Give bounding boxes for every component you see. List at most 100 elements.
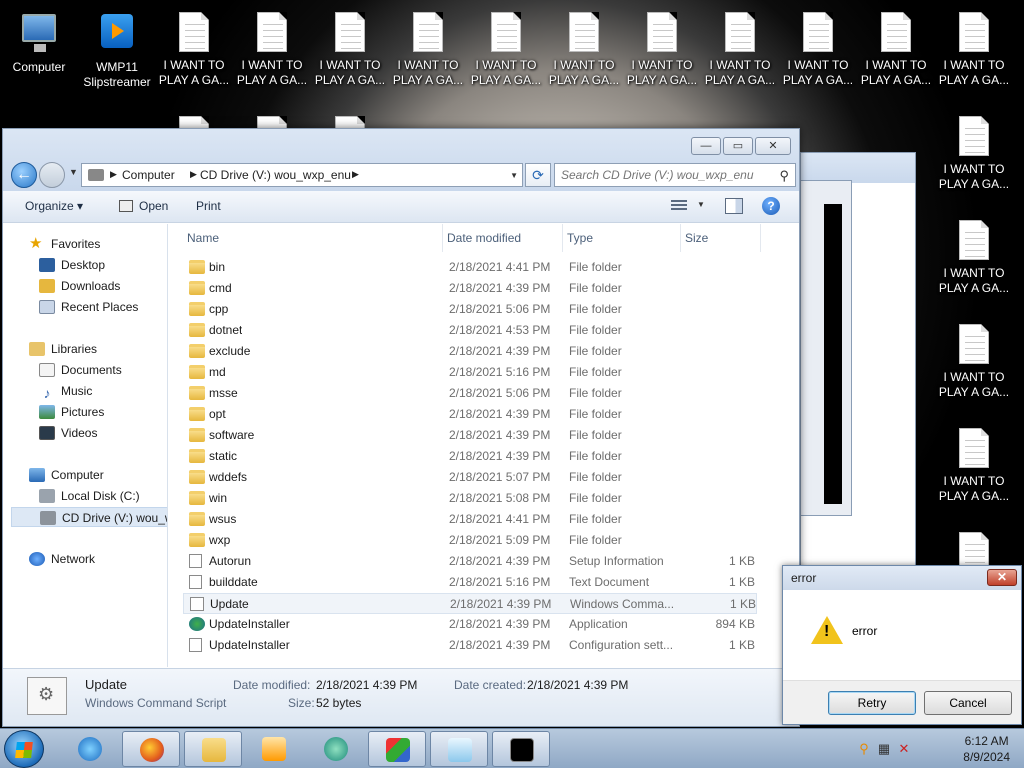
clock[interactable]: 6:12 AM 8/9/2024 [963,733,1010,765]
file-row[interactable]: software 2/18/2021 4:39 PM File folder [183,425,757,446]
file-row[interactable]: win 2/18/2021 5:08 PM File folder [183,488,757,509]
desktop-icon-text-file[interactable]: I WANT TOPLAY A GA... [234,10,310,88]
search-icon[interactable]: ⚲ [779,168,789,184]
open-button[interactable]: Open [119,199,168,213]
search-box[interactable]: ⚲ [554,163,796,187]
taskbar-explorer[interactable] [184,731,242,767]
cancel-button[interactable]: Cancel [924,691,1012,715]
file-row[interactable]: wxp 2/18/2021 5:09 PM File folder [183,530,757,551]
taskbar-app[interactable] [307,731,365,767]
forward-button[interactable] [39,162,65,188]
chevron-right-icon[interactable]: ▶ [110,169,117,180]
views-icon[interactable] [671,200,687,212]
desktop-icon-text-file[interactable]: I WANT TOPLAY A GA... [936,114,1012,192]
file-row[interactable]: md 2/18/2021 5:16 PM File folder [183,362,757,383]
preview-pane-icon[interactable] [725,198,743,214]
taskbar-internet-explorer[interactable] [61,731,119,767]
dialog-close-button[interactable]: ✕ [987,569,1017,586]
firefox-icon [140,738,164,762]
start-button[interactable] [4,730,44,768]
desktop-icon-text-file[interactable]: I WANT TOPLAY A GA... [936,218,1012,296]
file-row[interactable]: opt 2/18/2021 4:39 PM File folder [183,404,757,425]
address-dropdown-icon[interactable]: ▼ [510,171,518,180]
folder-icon [189,470,205,484]
file-row[interactable]: bin 2/18/2021 4:41 PM File folder [183,257,757,278]
taskbar-setup[interactable] [368,731,426,767]
nav-libraries[interactable]: Libraries [29,339,97,359]
desktop-icon-text-file[interactable]: I WANT TOPLAY A GA... [156,10,232,88]
desktop-icon-computer[interactable]: Computer [1,10,77,75]
search-input[interactable] [561,165,771,185]
desktop-icon-text-file[interactable]: I WANT TOPLAY A GA... [936,426,1012,504]
file-row[interactable]: cmd 2/18/2021 4:39 PM File folder [183,278,757,299]
column-header-size[interactable]: Size [681,224,761,252]
desktop-icon-text-file[interactable]: I WANT TOPLAY A GA... [780,10,856,88]
chevron-right-icon[interactable]: ▶ [352,169,359,180]
taskbar-notepad[interactable] [430,731,488,767]
file-row[interactable]: UpdateInstaller 2/18/2021 4:39 PM Configur… [183,635,757,656]
console-window[interactable] [824,204,842,504]
details-date-created-label: Date created: [454,678,527,692]
desktop-icon [39,258,55,272]
desktop-icon-text-file[interactable]: I WANT TOPLAY A GA... [390,10,466,88]
desktop-icon-text-file[interactable]: I WANT TOPLAY A GA... [702,10,778,88]
taskbar-firefox[interactable] [122,731,180,767]
file-row[interactable]: static 2/18/2021 4:39 PM File folder [183,446,757,467]
organize-button[interactable]: Organize ▾ [25,199,83,213]
file-row[interactable]: Autorun 2/18/2021 4:39 PM Setup Informatio… [183,551,757,572]
file-row[interactable]: builddate 2/18/2021 5:16 PM Text Document 1… [183,572,757,593]
file-row[interactable]: dotnet 2/18/2021 4:53 PM File folder [183,320,757,341]
retry-button[interactable]: Retry [828,691,916,715]
nav-cd-drive[interactable]: CD Drive (V:) wou_w [11,507,167,527]
nav-downloads[interactable]: Downloads [39,276,120,296]
help-icon[interactable]: ? [762,197,780,215]
file-row[interactable]: cpp 2/18/2021 5:06 PM File folder [183,299,757,320]
maximize-button[interactable]: ▭ [723,137,753,155]
address-bar[interactable]: ▶ Computer ▶ CD Drive (V:) wou_wxp_enu ▶… [81,163,523,187]
desktop-icon-text-file[interactable]: I WANT TOPLAY A GA... [858,10,934,88]
nav-network[interactable]: Network [29,549,95,569]
file-row[interactable]: Update 2/18/2021 4:39 PM Windows Comma... 1… [183,593,757,614]
minimize-button[interactable]: — [691,137,721,155]
history-dropdown-icon[interactable]: ▼ [69,167,78,177]
nav-recent-places[interactable]: Recent Places [39,297,138,317]
file-row[interactable]: msse 2/18/2021 5:06 PM File folder [183,383,757,404]
desktop-icon-text-file[interactable]: I WANT TOPLAY A GA... [936,322,1012,400]
print-button[interactable]: Print [196,199,221,213]
desktop-icon-text-file[interactable]: I WANT TOPLAY A GA... [936,10,1012,88]
views-dropdown-icon[interactable]: ▼ [697,200,705,209]
network-tray-icon[interactable]: ▦ [876,742,892,756]
refresh-button[interactable]: ⟳ [525,163,551,187]
desktop-icon-text-file[interactable]: I WANT TOPLAY A GA... [468,10,544,88]
nav-desktop[interactable]: Desktop [39,255,105,275]
desktop-icon-text-file[interactable]: I WANT TOPLAY A GA... [312,10,388,88]
file-row[interactable]: wddefs 2/18/2021 5:07 PM File folder [183,467,757,488]
taskbar-wmp11[interactable] [245,731,303,767]
back-button[interactable]: ← [11,162,37,188]
close-button[interactable]: ✕ [755,137,791,155]
nav-favorites[interactable]: ★ Favorites [29,234,100,254]
nav-videos[interactable]: Videos [39,423,97,443]
volume-muted-icon[interactable]: ✕ [896,742,912,756]
nav-documents[interactable]: Documents [39,360,122,380]
column-header-type[interactable]: Type [563,224,681,252]
column-header-name[interactable]: Name [183,224,443,252]
search-icon[interactable]: ⚲ [856,742,872,756]
file-row[interactable]: exclude 2/18/2021 4:39 PM File folder [183,341,757,362]
desktop-icon-text-file[interactable]: I WANT TOPLAY A GA... [624,10,700,88]
taskbar-cmd[interactable] [492,731,550,767]
breadcrumb-cd-drive[interactable]: CD Drive (V:) wou_wxp_enu [200,168,351,182]
videos-icon [39,426,55,440]
desktop-icon-text-file[interactable]: I WANT TOPLAY A GA... [546,10,622,88]
nav-pictures[interactable]: Pictures [39,402,104,422]
nav-local-disk[interactable]: Local Disk (C:) [39,486,140,506]
nav-computer[interactable]: Computer [29,465,104,485]
desktop-icon-label: I WANT TO [865,58,927,72]
nav-music[interactable]: ♪ Music [39,381,93,401]
breadcrumb-computer[interactable]: Computer [122,168,175,182]
file-row[interactable]: UpdateInstaller 2/18/2021 4:39 PM Applicat… [183,614,757,635]
file-row[interactable]: wsus 2/18/2021 4:41 PM File folder [183,509,757,530]
desktop-icon-wmp11[interactable]: WMP11 Slipstreamer [79,10,155,90]
column-header-date[interactable]: Date modified [443,224,563,252]
chevron-right-icon[interactable]: ▶ [190,169,197,180]
